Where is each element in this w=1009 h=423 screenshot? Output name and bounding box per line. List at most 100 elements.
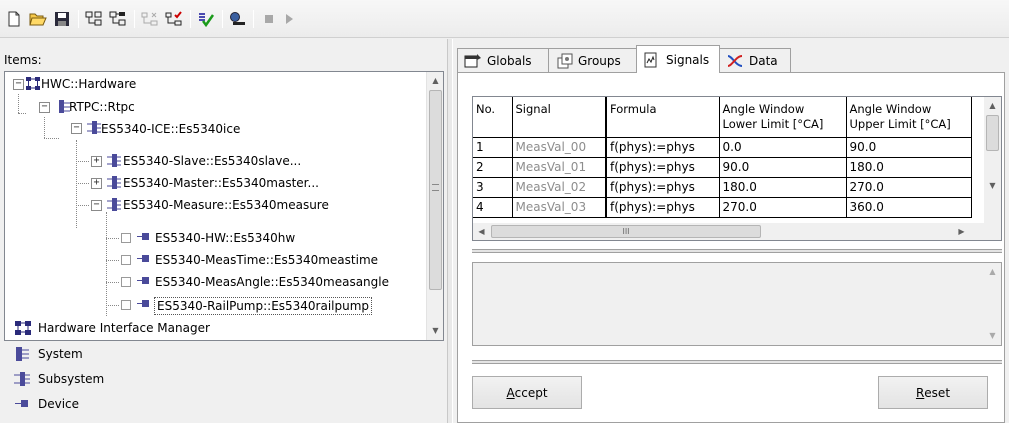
legend-label: Subsystem (38, 372, 105, 386)
tree-item-rtpc[interactable]: RTPC::Rtpc (69, 100, 135, 114)
toolbar-separator (190, 10, 191, 28)
device-checkbox[interactable] (121, 255, 131, 265)
scroll-up-arrow[interactable]: ▲ (984, 97, 1001, 114)
subsystem-icon (87, 120, 101, 139)
legend-label: Device (38, 397, 80, 411)
tree-item-es5340-hw[interactable]: ES5340-HW::Es5340hw (155, 231, 295, 245)
panel-splitter[interactable] (472, 249, 1002, 253)
scroll-corner (984, 223, 1001, 240)
scroll-right-arrow[interactable]: ▶ (953, 223, 970, 240)
tree-item-es5340-master[interactable]: ES5340-Master::Es5340master... (123, 176, 319, 190)
tree-connector (44, 138, 59, 139)
verify-icon[interactable] (196, 9, 216, 29)
table-row[interactable]: 3 MeasVal_02 f(phys):=phys 180.0 270.0 (473, 177, 972, 198)
stop-icon[interactable] (259, 9, 279, 29)
connect-icon[interactable] (228, 9, 248, 29)
scroll-left-arrow[interactable]: ◀ (473, 223, 490, 240)
globals-icon (464, 53, 482, 69)
device-icon (137, 297, 151, 314)
system-icon (14, 346, 34, 362)
panel-splitter[interactable] (472, 360, 1002, 364)
tab-globals[interactable]: Globals (457, 48, 549, 72)
signals-table: No. Signal Formula Angle Window Lower Lim… (473, 97, 972, 218)
collapse-toggle[interactable]: − (91, 200, 102, 211)
tree-item-hardware[interactable]: HWC::Hardware (41, 77, 136, 91)
tree-connector (76, 205, 89, 206)
legend-device: Device (14, 395, 79, 413)
device-checkbox[interactable] (121, 300, 131, 310)
device-icon (137, 274, 151, 291)
tree-expand-icon[interactable] (84, 9, 104, 29)
toolbar-separator (134, 10, 135, 28)
subsystem-icon (14, 371, 34, 387)
tree-item-es5340-railpump[interactable]: ES5340-RailPump::Es5340railpump (154, 297, 373, 315)
right-pane: Globals Groups Signals Data No. Signal F… (453, 39, 1009, 423)
column-header-upper-limit[interactable]: Angle Window Upper Limit [°CA] (846, 97, 972, 138)
description-area[interactable]: ▲ ▼ (472, 262, 1002, 346)
tree-collapse-icon[interactable] (108, 9, 128, 29)
table-row[interactable]: 2 MeasVal_01 f(phys):=phys 90.0 180.0 (473, 157, 972, 178)
tree-item-es5340-measure[interactable]: ES5340-Measure::Es5340measure (123, 198, 329, 212)
reset-button[interactable]: Reset (878, 376, 988, 409)
expand-toggle[interactable]: + (91, 178, 102, 189)
tree-connector (106, 305, 119, 306)
tree-item-es5340-ice[interactable]: ES5340-ICE::Es5340ice (101, 122, 240, 136)
toolbar-separator (222, 10, 223, 28)
device-checkbox[interactable] (121, 233, 131, 243)
subsystem-icon (107, 197, 121, 216)
expand-toggle[interactable]: + (91, 156, 102, 167)
table-row[interactable]: 4 MeasVal_03 f(phys):=phys 270.0 360.0 (473, 197, 972, 218)
collapse-toggle[interactable]: − (39, 102, 50, 113)
tree-check-icon[interactable] (164, 9, 184, 29)
scroll-down-arrow[interactable]: ▼ (984, 177, 1001, 194)
tree-connector (106, 260, 119, 261)
signals-grid[interactable]: No. Signal Formula Angle Window Lower Lim… (472, 96, 1002, 241)
scroll-thumb[interactable]: III (491, 225, 761, 238)
tree-item-es5340-measangle[interactable]: ES5340-MeasAngle::Es5340measangle (155, 275, 389, 289)
tree-connector (76, 183, 89, 184)
scroll-up-arrow[interactable]: ▲ (984, 263, 1001, 280)
signals-panel: No. Signal Formula Angle Window Lower Lim… (457, 72, 1005, 423)
legend-subsystem: Subsystem (14, 370, 104, 388)
accept-button[interactable]: Accept (472, 376, 582, 409)
tree-connector (106, 238, 119, 239)
tree-disabled-icon[interactable] (140, 9, 160, 29)
collapse-toggle[interactable]: − (13, 79, 24, 90)
collapse-toggle[interactable]: − (71, 123, 82, 134)
scroll-thumb[interactable] (986, 115, 999, 151)
grid-vertical-scrollbar[interactable]: ▲ ▼ (984, 97, 1001, 223)
toolbar-separator (253, 10, 254, 28)
toolbar (0, 0, 1009, 38)
open-icon[interactable] (28, 9, 48, 29)
tree-item-es5340-meastime[interactable]: ES5340-MeasTime::Es5340meastime (155, 253, 378, 267)
data-icon (726, 53, 744, 69)
scroll-up-arrow[interactable]: ▲ (427, 72, 444, 89)
column-header-formula[interactable]: Formula (605, 97, 720, 138)
tree-connector (76, 161, 89, 162)
subsystem-icon (107, 175, 121, 194)
tree-connector (18, 94, 19, 113)
tab-signals[interactable]: Signals (636, 45, 720, 73)
device-checkbox[interactable] (121, 277, 131, 287)
tab-data[interactable]: Data (719, 48, 791, 72)
hardware-tree[interactable]: − HWC::Hardware − RTPC::Rtpc − ES5340-IC… (4, 71, 444, 341)
device-icon (137, 230, 151, 247)
tree-item-es5340-slave[interactable]: ES5340-Slave::Es5340slave... (123, 154, 301, 168)
save-icon[interactable] (52, 9, 72, 29)
tree-vertical-scrollbar[interactable]: ▲ ▼ (426, 72, 443, 340)
description-scrollbar[interactable]: ▲ ▼ (984, 263, 1001, 345)
scroll-down-arrow[interactable]: ▼ (427, 322, 444, 339)
run-icon[interactable] (279, 9, 299, 29)
grid-horizontal-scrollbar[interactable]: ◀ III ▶ (473, 223, 984, 240)
toolbar-separator (78, 10, 79, 28)
column-header-lower-limit[interactable]: Angle Window Lower Limit [°CA] (719, 97, 847, 138)
table-row[interactable]: 1 MeasVal_00 f(phys):=phys 0.0 90.0 (473, 137, 972, 158)
hardware-icon (14, 320, 34, 336)
scroll-down-arrow[interactable]: ▼ (984, 327, 1001, 344)
legend-hardware: Hardware Interface Manager (14, 319, 210, 337)
tree-connector (76, 140, 77, 228)
column-header-no[interactable]: No. (473, 97, 513, 138)
column-header-signal[interactable]: Signal (512, 97, 607, 138)
new-icon[interactable] (4, 9, 24, 29)
tab-groups[interactable]: Groups (548, 48, 637, 72)
